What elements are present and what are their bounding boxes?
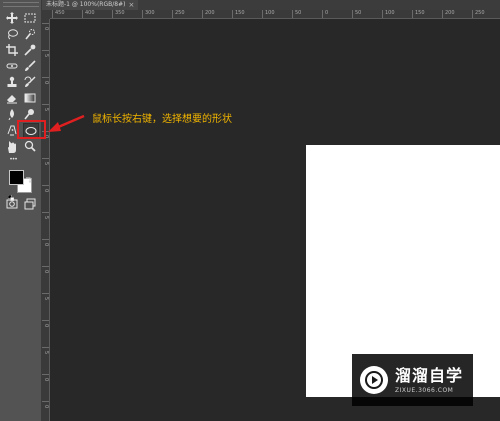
default-colors-icon[interactable] (7, 186, 15, 202)
ruler-tick: 0 (42, 185, 49, 192)
ruler-tick: 50 (352, 10, 361, 18)
marquee-tool-icon[interactable] (23, 11, 37, 25)
lasso-tool-icon[interactable] (5, 27, 19, 41)
zoom-tool-icon[interactable] (23, 139, 37, 153)
ruler-tick: 0 (42, 401, 49, 408)
ruler-tick: 5 (42, 104, 49, 111)
foreground-color-swatch[interactable] (9, 170, 24, 185)
more-tools-icon[interactable]: ••• (5, 153, 21, 167)
spot-healing-tool-icon[interactable] (5, 59, 19, 73)
document-tab-title: 未标题-1 @ 100%(RGB/8#) (46, 1, 126, 8)
ruler-tick: 0 (42, 23, 49, 30)
ruler-tick: 400 (82, 10, 95, 18)
ruler-tick: 300 (142, 10, 155, 18)
eyedropper-tool-icon[interactable] (23, 43, 37, 57)
ruler-tick: 150 (232, 10, 245, 18)
close-icon[interactable]: × (128, 0, 134, 10)
ruler-tick: 5 (42, 50, 49, 57)
ruler-tick: 200 (442, 10, 455, 18)
crop-tool-icon[interactable] (5, 43, 19, 57)
ruler-tick: 350 (112, 10, 125, 18)
history-brush-tool-icon[interactable] (23, 75, 37, 89)
blur-tool-icon[interactable] (5, 107, 19, 121)
gradient-tool-icon[interactable] (23, 91, 37, 105)
ruler-tick: 0 (42, 266, 49, 273)
vertical-ruler[interactable]: 050505050050500 (42, 19, 50, 421)
ruler-tick: 0 (42, 374, 49, 381)
ruler-tick: 250 (172, 10, 185, 18)
document-tab-bar: 未标题-1 @ 100%(RGB/8#) × (42, 0, 500, 10)
ruler-tick: 5 (42, 212, 49, 219)
quick-select-tool-icon[interactable] (23, 27, 37, 41)
dodge-tool-icon[interactable] (23, 107, 37, 121)
ruler-tick: 5 (42, 158, 49, 165)
watermark-title: 溜溜自学 (395, 365, 464, 385)
ruler-tick: 50 (292, 10, 301, 18)
ruler-tick: 0 (42, 239, 49, 246)
ruler-tick: 250 (472, 10, 485, 18)
horizontal-ruler[interactable]: 450 400 350 300 250 200 150 100 50 0 50 100 150 200 25… (50, 10, 500, 19)
watermark-url: ZIXUE.3066.COM (395, 386, 454, 394)
tools-panel: T ••• (0, 0, 42, 421)
ruler-tick: 450 (52, 10, 65, 18)
tool-highlight-box (17, 120, 46, 139)
clone-stamp-tool-icon[interactable] (5, 75, 19, 89)
ruler-tick: 0 (42, 320, 49, 327)
ruler-tick: 0 (322, 10, 328, 18)
watermark: 溜溜自学 ZIXUE.3066.COM (352, 354, 473, 406)
document-tab[interactable]: 未标题-1 @ 100%(RGB/8#) × (42, 0, 139, 10)
screen-mode-icon[interactable] (23, 197, 37, 211)
annotation-arrow-icon (48, 114, 85, 132)
ruler-corner (42, 10, 50, 19)
ruler-tick: 100 (382, 10, 395, 18)
quick-mask-icon[interactable] (5, 197, 19, 211)
ruler-tick: 150 (412, 10, 425, 18)
ruler-tick: 5 (42, 293, 49, 300)
panel-grip[interactable] (3, 2, 39, 7)
move-tool-icon[interactable] (5, 11, 19, 25)
brush-tool-icon[interactable] (23, 59, 37, 73)
watermark-logo-icon (360, 366, 388, 394)
swap-colors-icon[interactable] (26, 168, 32, 184)
ruler-tick: 100 (262, 10, 275, 18)
annotation-text: 鼠标长按右键，选择想要的形状 (92, 114, 232, 125)
ruler-tick: 200 (202, 10, 215, 18)
eraser-tool-icon[interactable] (5, 91, 19, 105)
ruler-tick: 0 (42, 77, 49, 84)
ruler-tick: 5 (42, 347, 49, 354)
